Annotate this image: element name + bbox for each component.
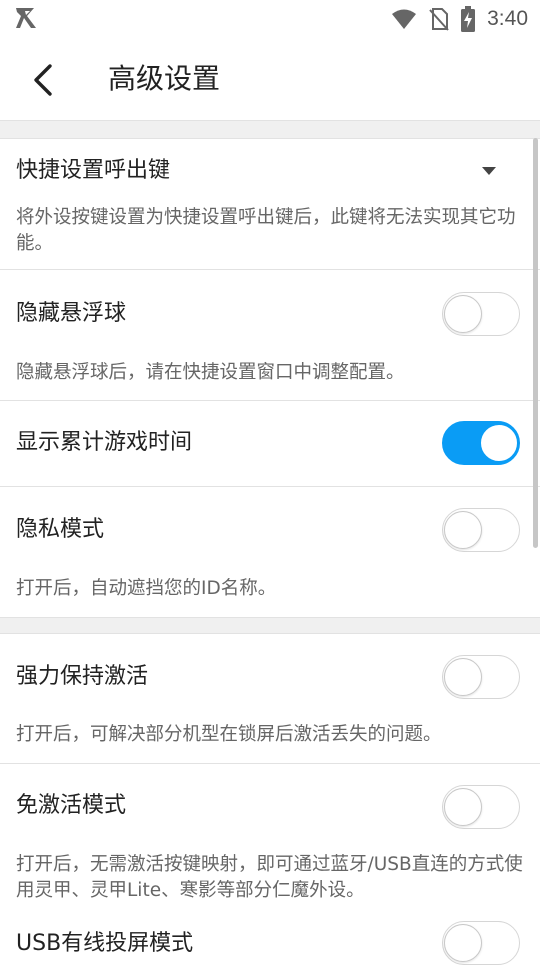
section-gap xyxy=(0,120,540,139)
usb-cast-toggle[interactable] xyxy=(442,921,520,965)
hide-ball-toggle[interactable] xyxy=(442,292,520,336)
divider xyxy=(0,400,540,401)
hotkey-setting-title[interactable]: 快捷设置呼出键 xyxy=(16,156,170,186)
divider xyxy=(0,269,540,270)
hide-ball-description: 隐藏悬浮球后，请在快捷设置窗口中调整配置。 xyxy=(16,362,405,383)
usb-cast-title: USB有线投屏模式 xyxy=(16,931,194,956)
keep-alive-description: 打开后，可解决部分机型在锁屏后激活丢失的问题。 xyxy=(16,724,442,745)
toggle-knob xyxy=(444,295,482,333)
scrollbar[interactable] xyxy=(533,138,538,548)
toggle-knob xyxy=(444,788,482,826)
hide-ball-title: 隐藏悬浮球 xyxy=(16,301,127,326)
no-activation-description: 打开后，无需激活按键映射，即可通过蓝牙/USB直连的方式使用灵甲、灵甲Lite、… xyxy=(16,854,523,901)
hotkey-setting-description: 将外设按键设置为快捷设置呼出键后，此键将无法实现其它功能。 xyxy=(16,207,516,254)
toggle-knob xyxy=(480,424,518,462)
no-sim-icon xyxy=(429,8,449,31)
status-bar: 3:40 xyxy=(0,0,540,38)
chevron-left-icon xyxy=(34,64,52,96)
privacy-mode-title: 隐私模式 xyxy=(16,517,105,542)
divider xyxy=(0,486,540,487)
back-button[interactable] xyxy=(28,60,60,100)
privacy-mode-description: 打开后，自动遮挡您的ID名称。 xyxy=(16,578,277,599)
app-logo-icon xyxy=(16,8,36,28)
section-gap xyxy=(0,617,540,634)
toggle-knob xyxy=(444,924,482,962)
app-header: 高级设置 xyxy=(0,38,540,120)
keep-alive-toggle[interactable] xyxy=(442,655,520,699)
show-time-title: 显示累计游戏时间 xyxy=(16,430,193,455)
toggle-knob xyxy=(444,511,482,549)
no-activation-title: 免激活模式 xyxy=(16,793,127,818)
dropdown-arrow-icon[interactable] xyxy=(480,165,498,177)
page-title: 高级设置 xyxy=(108,62,221,95)
status-time: 3:40 xyxy=(487,7,528,30)
privacy-mode-toggle[interactable] xyxy=(442,508,520,552)
keep-alive-title: 强力保持激活 xyxy=(16,664,149,689)
wifi-icon xyxy=(392,9,417,29)
show-time-toggle[interactable] xyxy=(442,421,520,465)
toggle-knob xyxy=(444,658,482,696)
divider xyxy=(0,763,540,764)
no-activation-toggle[interactable] xyxy=(442,785,520,829)
battery-charging-icon xyxy=(461,6,476,32)
